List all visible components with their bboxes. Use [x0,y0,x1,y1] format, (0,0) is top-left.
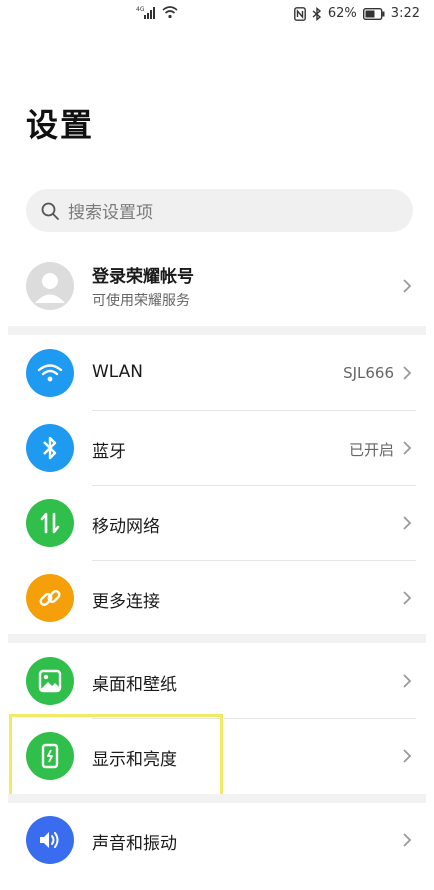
chevron-right-icon [403,366,412,380]
chevron-right-icon [403,674,412,688]
settings-item-more-connections[interactable]: 更多连接 [0,561,434,635]
link-icon [39,590,61,606]
search-bar[interactable]: 搜索设置项 [26,189,413,232]
settings-item-wlan[interactable]: WLAN SJL666 [0,336,434,410]
item-label-wlan: WLAN [92,362,144,382]
bluetooth-status-icon [312,6,321,21]
section-gap [8,634,426,643]
section-gap [8,326,426,335]
sound-icon-badge [26,816,74,864]
svg-text:4G: 4G [136,6,145,13]
chevron-right-icon [403,749,412,763]
mobile-data-icon [40,512,60,534]
item-label-sound: 声音和振动 [92,834,177,854]
chevron-right-icon [403,441,412,455]
wifi-icon [37,364,63,382]
settings-item-bluetooth[interactable]: 蓝牙 已开启 [0,411,434,485]
item-label-mobile-network: 移动网络 [92,517,160,537]
page-title: 设置 [26,106,95,144]
clock: 3:22 [390,6,420,21]
wallpaper-icon [38,669,62,693]
settings-item-sound[interactable]: 声音和振动 [0,803,434,877]
item-label-more-connections: 更多连接 [92,592,160,612]
account-title: 登录荣耀帐号 [92,267,194,287]
chevron-right-icon [403,516,412,530]
chevron-right-icon [403,279,412,293]
account-subtitle: 可使用荣耀服务 [92,293,190,309]
cellular-signal-icon: 4G [136,6,155,19]
avatar-icon [35,273,65,303]
item-label-wallpaper: 桌面和壁纸 [92,675,177,695]
item-label-bluetooth: 蓝牙 [92,442,126,462]
battery-icon [362,7,385,20]
wallpaper-icon-badge [26,657,74,705]
wlan-network-name: SJL666 [343,364,394,382]
search-placeholder: 搜索设置项 [68,203,153,223]
nfc-icon [293,6,306,21]
account-row[interactable]: 登录荣耀帐号 可使用荣耀服务 [0,258,434,314]
bluetooth-status: 已开启 [348,441,394,459]
settings-item-mobile-network[interactable]: 移动网络 [0,486,434,560]
status-left: 4G [136,5,178,19]
wifi-status-icon [162,6,178,19]
bluetooth-icon-badge [26,424,74,472]
bluetooth-icon [43,436,57,460]
battery-percent: 62% [327,6,357,21]
wifi-icon-badge [26,349,74,397]
settings-item-wallpaper[interactable]: 桌面和壁纸 [0,644,434,718]
highlight-box [9,714,223,798]
section-gap [8,794,426,803]
mobile-data-icon-badge [26,499,74,547]
chevron-right-icon [403,833,412,847]
link-icon-badge [26,574,74,622]
sound-icon [40,832,59,848]
status-bar: 4G 62% 3:22 [0,0,434,30]
chevron-right-icon [403,591,412,605]
status-right: 62% 3:22 [293,6,420,21]
search-icon [41,202,59,220]
avatar [26,262,74,310]
